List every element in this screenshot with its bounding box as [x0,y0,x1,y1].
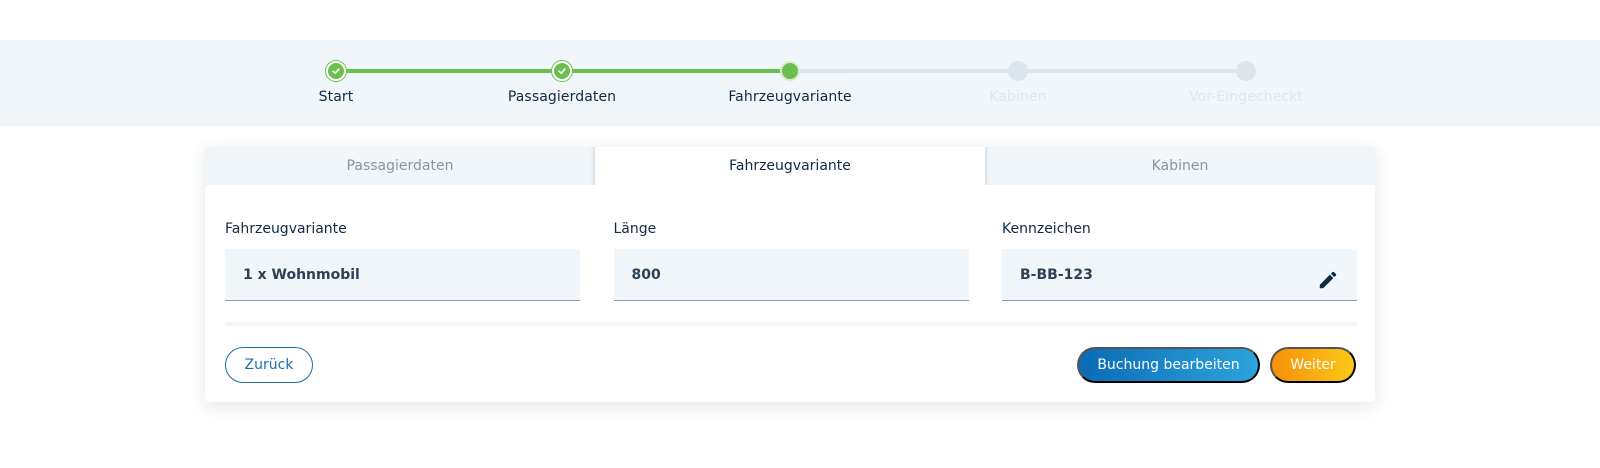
back-button[interactable]: Zurück [225,347,313,383]
field-label: Fahrzeugvariante [225,221,347,237]
pencil-icon[interactable] [1317,269,1339,291]
vehicle-card: Passagierdaten Fahrzeugvariante Kabinen … [205,147,1375,402]
fahrzeugvariante-input: 1 x Wohnmobil [225,249,580,301]
step-label: Kabinen [989,89,1047,105]
tab-kabinen[interactable]: Kabinen [985,147,1375,185]
step-current-dot [780,61,800,81]
vehicle-fields: Fahrzeugvariante 1 x Wohnmobil Länge 800… [225,221,1357,301]
step-label: Start [318,89,354,105]
step-check-icon [552,61,572,81]
kennzeichen-value: B-BB-123 [1020,266,1093,283]
step-label: Fahrzeugvariante [728,89,852,105]
step-pending-dot [1236,61,1256,81]
laenge-input: 800 [613,249,969,301]
step-vor-eingecheckt: Vor-Eingecheckt [1132,40,1360,126]
divider [225,322,1357,326]
step-label: Vor-Eingecheckt [1188,89,1304,105]
fahrzeugvariante-value: 1 x Wohnmobil [243,266,360,283]
step-fahrzeugvariante: Fahrzeugvariante [676,40,904,126]
step-label: Passagierdaten [507,89,617,105]
tab-fahrzeugvariante[interactable]: Fahrzeugvariante [595,147,985,185]
next-button[interactable]: Weiter [1270,347,1356,383]
field-label: Kennzeichen [1002,221,1091,237]
field-fahrzeugvariante: Fahrzeugvariante 1 x Wohnmobil [225,221,580,301]
progress-stepper: Start Passagierdaten Fahrzeugvariante Ka… [0,40,1600,126]
tab-passagierdaten[interactable]: Passagierdaten [205,147,595,185]
field-laenge: Länge 800 [613,221,969,301]
step-check-icon [326,61,346,81]
field-kennzeichen: Kennzeichen B-BB-123 [1002,221,1357,301]
field-label: Länge [613,221,657,237]
step-passagierdaten: Passagierdaten [448,40,676,126]
edit-booking-button[interactable]: Buchung bearbeiten [1077,347,1260,383]
tab-bar: Passagierdaten Fahrzeugvariante Kabinen [205,147,1375,185]
step-start: Start [222,40,450,126]
step-kabinen: Kabinen [904,40,1132,126]
step-pending-dot [1008,61,1028,81]
kennzeichen-input[interactable]: B-BB-123 [1002,249,1357,301]
laenge-value: 800 [631,266,661,283]
